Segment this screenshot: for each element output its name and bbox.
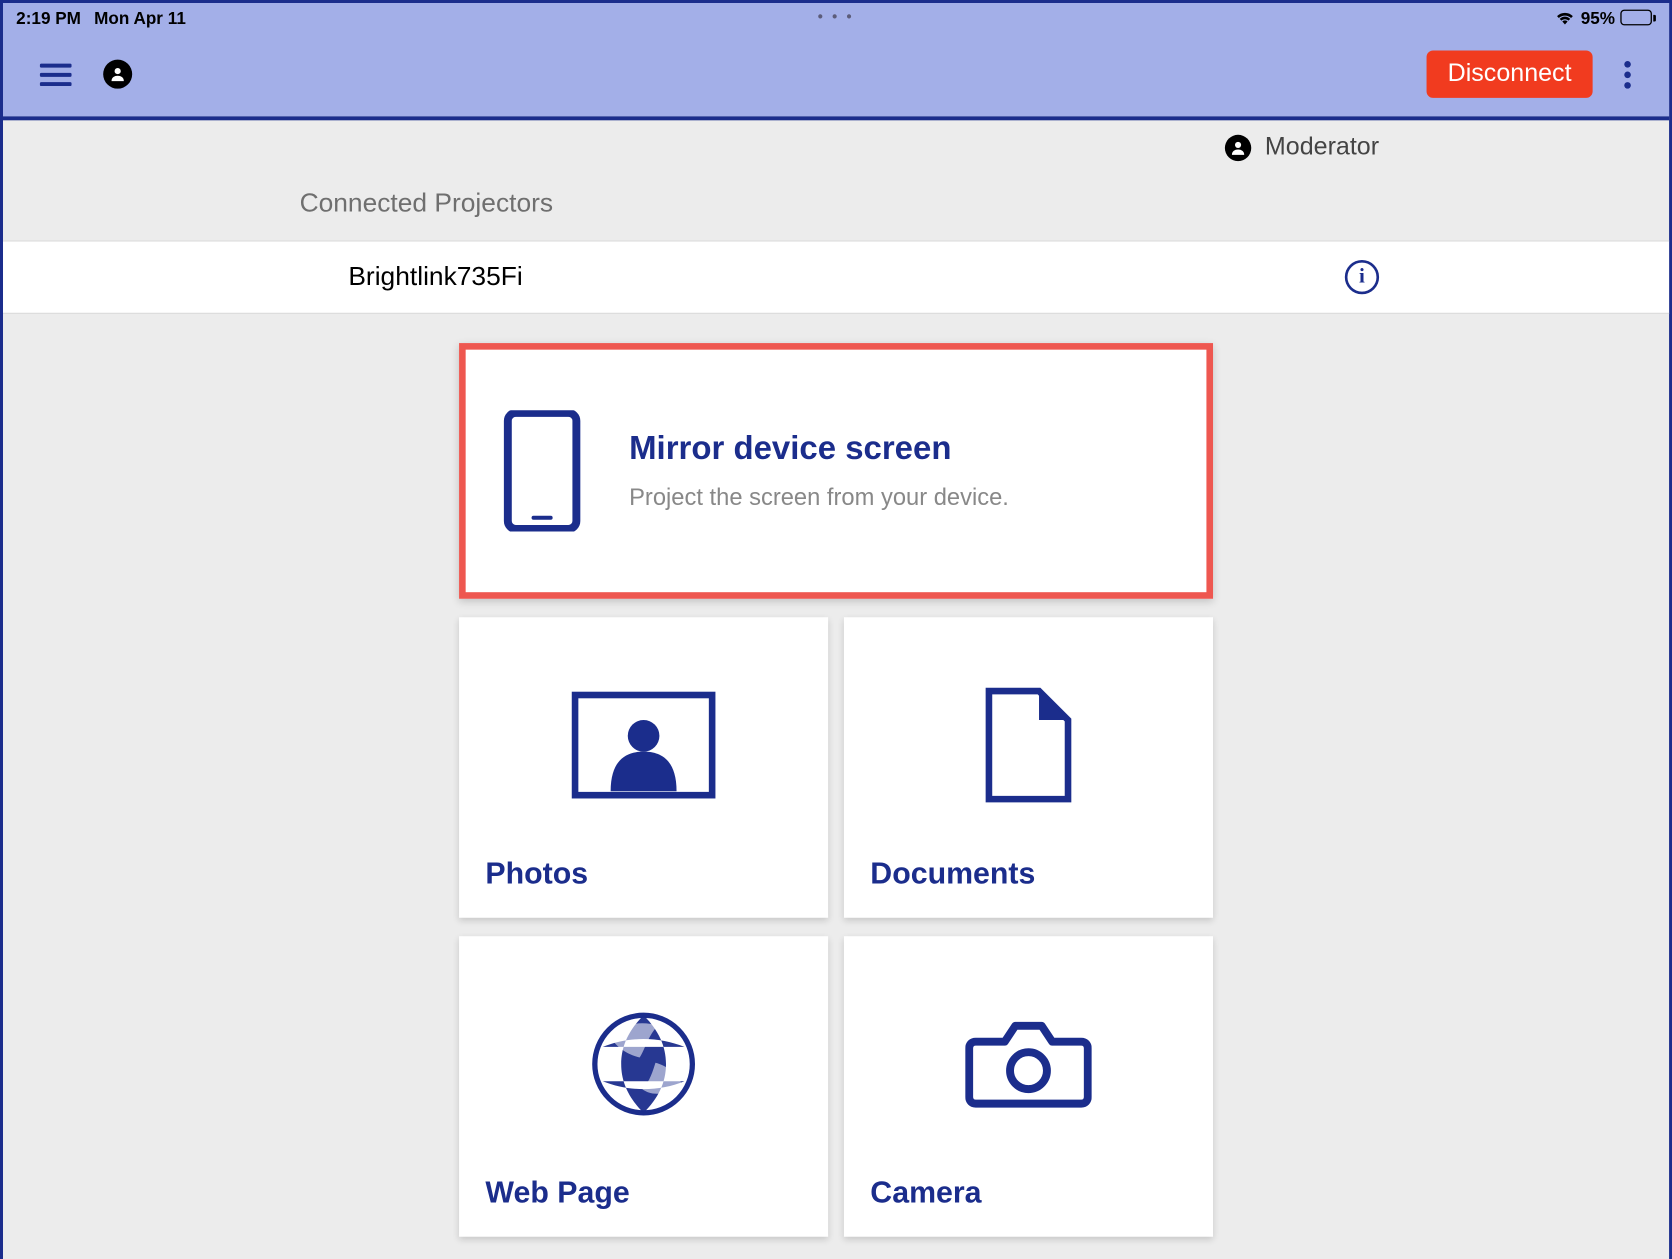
projector-name: Brightlink735Fi: [348, 262, 1344, 292]
documents-label: Documents: [870, 856, 1186, 892]
status-date: Mon Apr 11: [94, 8, 186, 28]
app-bar: Disconnect: [3, 32, 1669, 116]
disconnect-button[interactable]: Disconnect: [1427, 50, 1593, 97]
battery-percent: 95%: [1581, 8, 1615, 28]
status-bar: 2:19 PM Mon Apr 11 • • • 95%: [3, 3, 1669, 32]
mirror-subtitle: Project the screen from your device.: [629, 484, 1009, 512]
documents-tile[interactable]: Documents: [844, 617, 1213, 918]
moderator-row: Moderator: [3, 120, 1669, 170]
photo-icon: [571, 690, 716, 798]
document-icon: [981, 685, 1076, 804]
webpage-tile[interactable]: Web Page: [459, 936, 828, 1237]
section-title: Connected Projectors: [3, 170, 1669, 240]
globe-icon: [590, 1009, 698, 1117]
moderator-label: Moderator: [1265, 133, 1379, 162]
webpage-label: Web Page: [485, 1175, 801, 1211]
device-icon: [503, 410, 582, 531]
mirror-card[interactable]: Mirror device screen Project the screen …: [459, 343, 1213, 599]
battery-icon: [1620, 10, 1656, 26]
photos-label: Photos: [485, 856, 801, 892]
kebab-icon[interactable]: [1601, 60, 1654, 88]
photos-tile[interactable]: Photos: [459, 617, 828, 918]
multitask-dots[interactable]: • • •: [818, 10, 854, 26]
hamburger-icon[interactable]: [40, 63, 72, 85]
camera-label: Camera: [870, 1175, 1186, 1211]
info-icon[interactable]: i: [1345, 260, 1379, 294]
wifi-icon: [1554, 10, 1575, 26]
camera-icon: [965, 1015, 1092, 1113]
mirror-title: Mirror device screen: [629, 430, 1009, 468]
projector-row[interactable]: Brightlink735Fi i: [3, 240, 1669, 314]
person-icon[interactable]: [103, 60, 132, 89]
status-time: 2:19 PM: [16, 8, 81, 28]
moderator-icon: [1225, 135, 1251, 161]
camera-tile[interactable]: Camera: [844, 936, 1213, 1237]
